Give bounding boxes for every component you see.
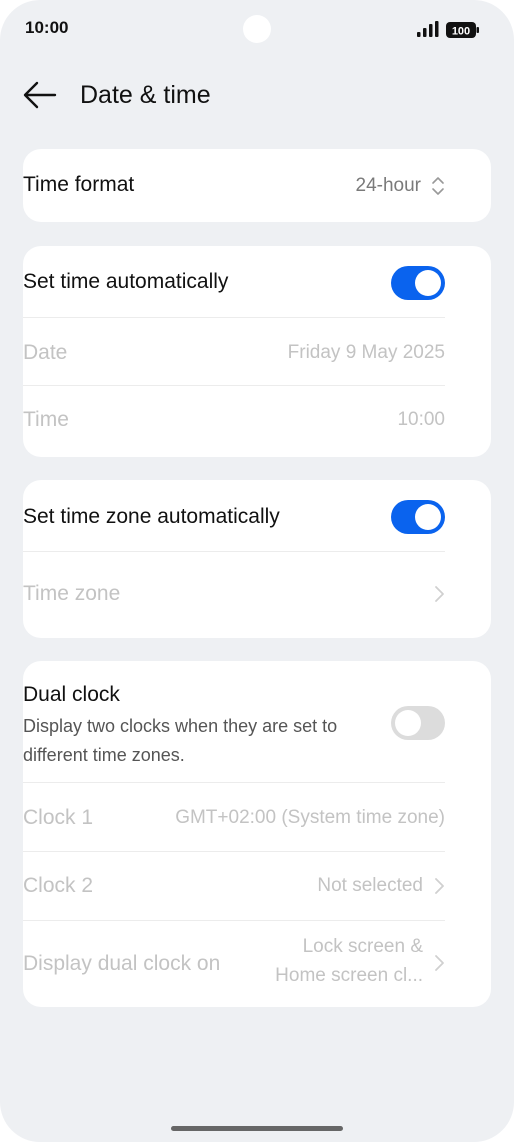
auto-zone-toggle[interactable] — [391, 500, 445, 534]
clock2-row: Clock 2 Not selected — [23, 852, 445, 920]
auto-time-row[interactable]: Set time automatically — [23, 246, 445, 318]
date-row: Date Friday 9 May 2025 — [23, 318, 445, 385]
date-label: Date — [23, 341, 68, 364]
time-zone-label: Time zone — [23, 582, 121, 605]
back-arrow-icon[interactable] — [22, 80, 58, 110]
dual-clock-toggle[interactable] — [391, 706, 445, 740]
front-camera — [243, 15, 271, 43]
display-dual-clock-value-line1: Lock screen & — [302, 936, 423, 957]
time-format-value: 24-hour — [355, 175, 422, 196]
auto-time-toggle[interactable] — [391, 266, 445, 300]
dual-clock-row[interactable]: Dual clock Display two clocks when they … — [23, 661, 445, 783]
time-format-row[interactable]: Time format 24-hour — [23, 149, 445, 222]
dual-clock-description: Display two clocks when they are set to … — [23, 716, 338, 765]
battery-level: 100 — [452, 26, 470, 38]
chevron-right-icon — [435, 586, 444, 602]
chevron-right-icon — [435, 878, 444, 894]
time-zone-row: Time zone — [23, 552, 445, 638]
chevron-right-icon — [435, 955, 444, 971]
battery-icon: 100 — [446, 22, 479, 38]
status-time: 10:00 — [25, 18, 69, 37]
app-header: Date & time — [0, 70, 514, 120]
time-label: Time — [23, 408, 69, 431]
phone-screen: 10:00 100 Date & time Time format 24-hou… — [0, 0, 514, 1142]
display-dual-clock-value-line2: Home screen cl... — [275, 965, 423, 986]
clock2-label: Clock 2 — [23, 874, 94, 897]
clock1-value: GMT+02:00 (System time zone) — [175, 807, 445, 828]
page-title: Date & time — [80, 81, 211, 109]
home-indicator[interactable] — [171, 1126, 343, 1131]
display-dual-clock-row: Display dual clock on Lock screen & Home… — [23, 921, 445, 1007]
display-dual-clock-label: Display dual clock on — [23, 952, 221, 975]
auto-zone-row[interactable]: Set time zone automatically — [23, 480, 445, 551]
clock1-row: Clock 1 GMT+02:00 (System time zone) — [23, 783, 445, 851]
signal-icon — [417, 21, 439, 37]
clock1-label: Clock 1 — [23, 806, 94, 829]
updown-chevron-icon — [432, 177, 444, 195]
status-bar: 10:00 100 — [0, 0, 514, 60]
date-value: Friday 9 May 2025 — [287, 342, 445, 363]
toggle-knob — [395, 710, 421, 736]
auto-time-label: Set time automatically — [23, 270, 229, 293]
clock2-value: Not selected — [317, 875, 423, 896]
time-value: 10:00 — [397, 409, 445, 430]
time-row: Time 10:00 — [23, 386, 445, 456]
time-format-label: Time format — [23, 173, 135, 196]
toggle-knob — [415, 270, 441, 296]
toggle-knob — [415, 504, 441, 530]
dual-clock-label: Dual clock — [23, 683, 120, 706]
auto-zone-label: Set time zone automatically — [23, 505, 280, 528]
